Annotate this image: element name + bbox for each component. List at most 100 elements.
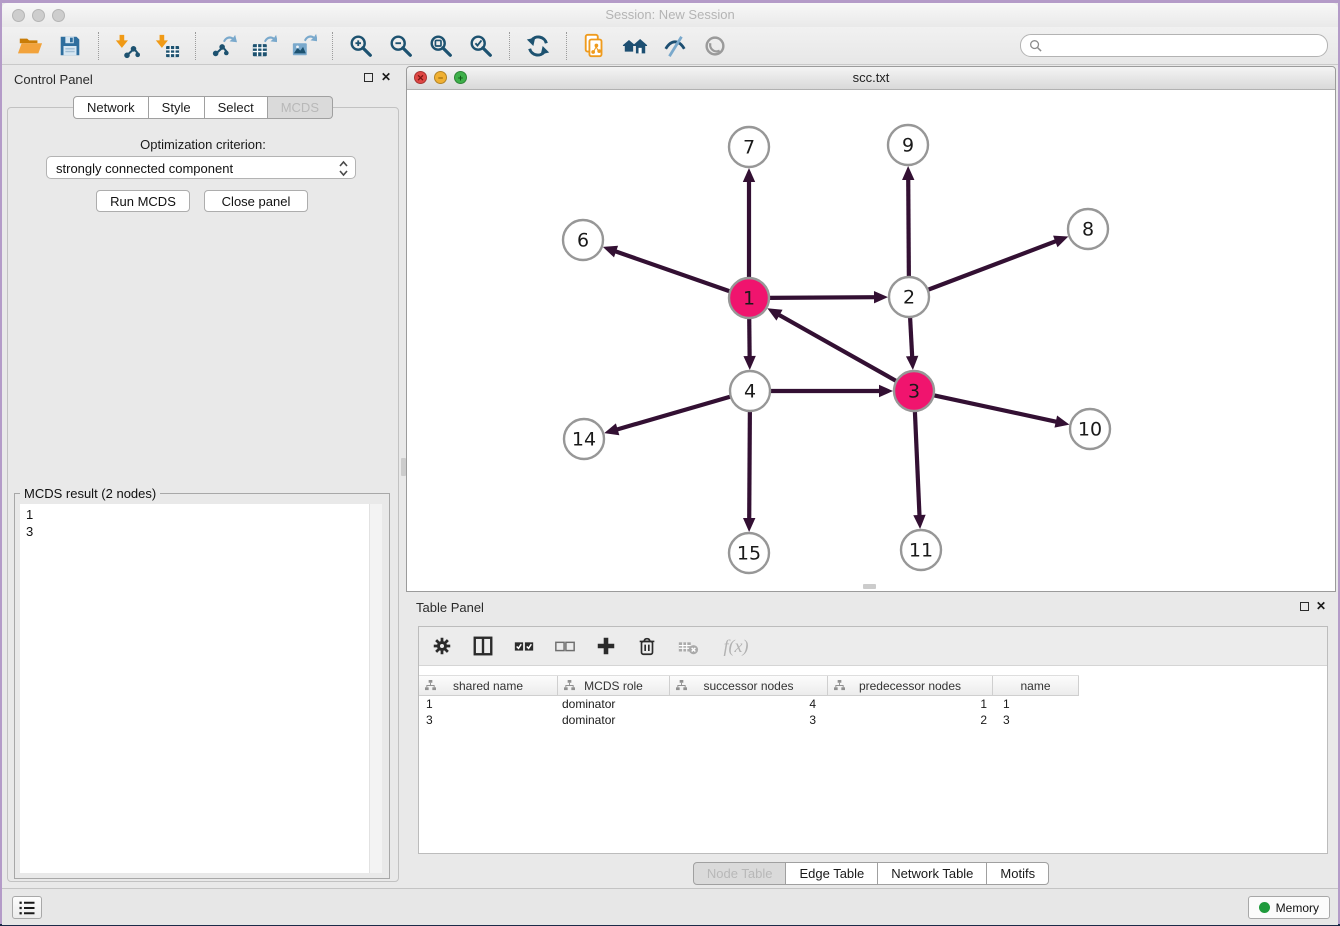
column-type-icon [564,680,575,691]
mcds-result-scrollbar[interactable] [369,504,382,873]
houses-icon [622,33,648,59]
run-mcds-button[interactable]: Run MCDS [96,190,190,212]
export-table-icon [251,33,277,59]
zoom-in-button[interactable] [345,31,377,61]
table-toolbar: f(x) [419,627,1327,666]
zoom-out-button[interactable] [385,31,417,61]
column-header-MCDS-role[interactable]: MCDS role [558,676,670,695]
table-settings-button[interactable] [429,633,455,659]
graph-node-label-8: 8 [1082,219,1094,241]
toolbar-separator [332,32,333,60]
network-window-title: scc.txt [407,70,1335,85]
checked-boxes-icon [513,635,535,657]
column-header-name[interactable]: name [993,676,1079,695]
select-all-columns-button[interactable] [511,633,537,659]
column-header-successor-nodes[interactable]: successor nodes [670,676,828,695]
save-session-button[interactable] [54,31,86,61]
mcds-result-title: MCDS result (2 nodes) [20,486,160,501]
network-canvas[interactable]: 1234678910111415 [407,89,1335,592]
table-cell: 3 [419,713,558,727]
task-history-button[interactable] [12,896,42,919]
table-panel-title: Table Panel [416,600,484,615]
search-box[interactable] [1020,34,1328,57]
mcds-result-group: MCDS result (2 nodes) 13 [14,493,390,879]
create-column-button[interactable] [593,633,619,659]
table-row[interactable]: 1dominator411 [419,696,1327,712]
export-image-button[interactable] [288,31,320,61]
table-row[interactable]: 3dominator323 [419,712,1327,728]
plus-icon [595,635,617,657]
graph-node-label-15: 15 [737,543,761,565]
graph-node-label-1: 1 [743,288,755,310]
graph-edge-1-6[interactable] [614,251,731,292]
export-network-button[interactable] [208,31,240,61]
main-titlebar: Session: New Session [2,3,1338,28]
zoom-fit-button[interactable] [425,31,457,61]
table-panel-float-button[interactable] [1300,602,1309,611]
zoom-selected-button[interactable] [465,31,497,61]
tab-style[interactable]: Style [149,96,205,119]
mcds-result-textarea[interactable]: 13 [20,504,382,873]
tab-mcds[interactable]: MCDS [268,96,333,119]
clone-network-button[interactable] [579,31,611,61]
tab-motifs[interactable]: Motifs [987,862,1049,885]
apply-layout-button[interactable] [522,31,554,61]
import-network-icon [114,33,140,59]
close-panel-button[interactable]: Close panel [204,190,308,212]
import-network-button[interactable] [111,31,143,61]
refresh-icon [525,33,551,59]
window-title: Session: New Session [2,7,1338,22]
column-type-icon [676,680,687,691]
graph-edge-3-10[interactable] [933,395,1058,422]
tab-select[interactable]: Select [205,96,268,119]
first-neighbors-button[interactable] [619,31,651,61]
tab-network[interactable]: Network [73,96,149,119]
function-builder-button[interactable]: f(x) [716,633,756,659]
graph-edge-2-9[interactable] [908,178,909,278]
graph-arrowhead-3-11 [913,515,925,529]
splitter-handle-left[interactable] [401,458,406,476]
tab-node-table[interactable]: Node Table [693,862,787,885]
column-header-shared-name[interactable]: shared name [419,676,558,695]
export-table-button[interactable] [248,31,280,61]
table-cell: dominator [558,697,670,711]
graph-edge-4-14[interactable] [616,396,732,430]
table-container: f(x) shared nameMCDS rolesuccessor nodes… [418,626,1328,854]
table-panel-close-button[interactable]: ✕ [1314,598,1328,614]
table-column-mode-button[interactable] [470,633,496,659]
column-header-predecessor-nodes[interactable]: predecessor nodes [828,676,993,695]
graph-arrowhead-2-9 [902,166,914,180]
graph-node-label-3: 3 [908,381,920,403]
delete-table-button[interactable] [675,633,701,659]
table-cell: 1 [828,697,993,711]
control-panel-float-button[interactable] [364,73,373,82]
graph-edge-3-1[interactable] [778,314,898,381]
graph-node-label-4: 4 [744,381,756,403]
import-table-button[interactable] [151,31,183,61]
table-panel-tabs: Node TableEdge TableNetwork TableMotifs [406,862,1336,885]
control-panel-close-button[interactable]: ✕ [379,69,393,85]
table-cell: 3 [670,713,828,727]
delete-column-button[interactable] [634,633,660,659]
graph-edge-4-15[interactable] [749,410,750,520]
open-folder-icon [17,33,43,59]
hide-selected-button[interactable] [659,31,691,61]
open-session-button[interactable] [14,31,46,61]
toolbar-separator [195,32,196,60]
memory-button[interactable]: Memory [1248,896,1330,919]
splitter-handle-bottom[interactable] [863,584,876,589]
zoom-in-icon [348,33,374,59]
toolbar-separator [509,32,510,60]
graph-edge-1-2[interactable] [768,297,876,298]
optimization-dropdown[interactable]: strongly connected component [46,156,356,179]
graph-edge-3-11[interactable] [915,410,920,517]
deselect-all-columns-button[interactable] [552,633,578,659]
tab-network-table[interactable]: Network Table [878,862,987,885]
search-input[interactable] [1047,37,1319,54]
column-type-icon [834,680,845,691]
tab-edge-table[interactable]: Edge Table [786,862,878,885]
graph-edge-2-3[interactable] [910,316,912,358]
graph-edge-2-8[interactable] [927,241,1057,291]
fx-icon: f(x) [724,636,749,657]
show-all-button[interactable] [699,31,731,61]
